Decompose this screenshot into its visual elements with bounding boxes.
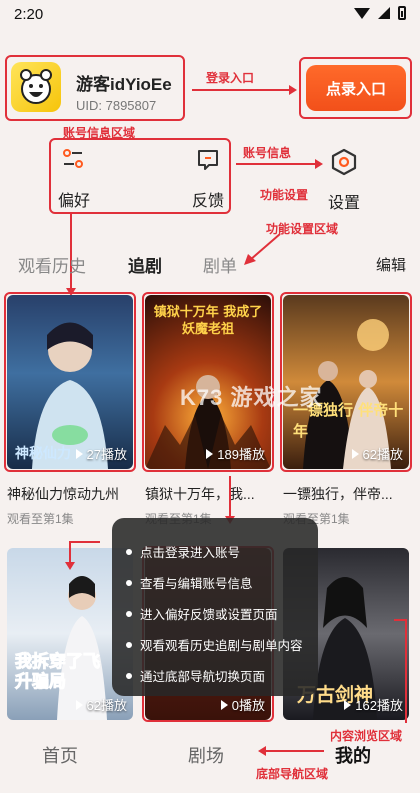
annotation-arrow [244, 233, 281, 265]
watch-progress: 观看至第1集 [7, 512, 74, 526]
play-count: 27播放 [75, 444, 127, 463]
poster-title: 神秘仙力 [15, 446, 71, 462]
tab-playlist[interactable]: 剧单 [203, 252, 237, 277]
wifi-icon [354, 7, 370, 19]
settings-label: 设置 [328, 195, 361, 212]
play-icon [206, 448, 214, 459]
tab-following[interactable]: 追剧 [128, 252, 162, 277]
bullet-icon [126, 548, 132, 555]
drama-title[interactable]: 神秘仙力惊动九州 [7, 484, 135, 504]
tab-watch-history[interactable]: 观看历史 [18, 252, 86, 277]
play-icon [351, 448, 359, 459]
uid: UID: 7895807 [76, 98, 157, 113]
status-time: 2:20 [14, 6, 44, 23]
feedback-item[interactable]: 反馈 [190, 148, 230, 210]
play-count: 189播放 [206, 444, 265, 463]
feedback-icon [198, 150, 218, 170]
preference-label: 偏好 [58, 193, 91, 210]
status-icons [354, 6, 406, 20]
guide-tip: 观看观看历史追剧与剧单内容 [126, 629, 318, 660]
feedback-label: 反馈 [192, 193, 225, 210]
bullet-icon [126, 610, 132, 617]
nav-theater[interactable]: 剧场 [188, 742, 224, 768]
gear-icon [331, 148, 357, 176]
bullet-icon [126, 641, 132, 648]
guide-overlay: 点击登录进入账号 查看与编辑账号信息 进入偏好反馈或设置页面 观看观看历史追剧与… [112, 518, 318, 696]
annotation-func-settings: 功能设置 [260, 188, 309, 202]
guide-tip: 通过底部导航切换页面 [126, 660, 318, 691]
preference-item[interactable]: 偏好 [58, 148, 98, 210]
guide-tip: 进入偏好反馈或设置页面 [126, 598, 318, 629]
login-button[interactable]: 点录入口 [306, 65, 406, 111]
poster-title: 镇狱十万年 我成了妖魔老祖 [153, 305, 263, 337]
preference-icon [63, 149, 83, 168]
play-count: 62播放 [75, 695, 127, 714]
play-icon [344, 699, 352, 710]
drama-card[interactable]: 神秘仙力 27播放 [7, 295, 133, 469]
annotation-account-info: 账号信息 [243, 146, 292, 160]
play-count: 62播放 [351, 444, 403, 463]
username[interactable]: 游客idYioEe [76, 70, 172, 95]
edit-button[interactable]: 编辑 [376, 254, 406, 275]
poster-title: 我拆穿了飞升骗局 [15, 652, 101, 693]
nav-home[interactable]: 首页 [42, 742, 78, 768]
bullet-icon [126, 672, 132, 679]
annotation-arrow [394, 619, 407, 723]
play-icon [75, 448, 83, 459]
bullet-icon [126, 579, 132, 586]
guide-tip: 点击登录进入账号 [126, 536, 318, 567]
settings-item[interactable]: 设置 [326, 148, 366, 212]
nav-mine[interactable]: 我的 [335, 742, 371, 768]
avatar-icon [20, 69, 52, 104]
avatar[interactable] [11, 62, 61, 112]
watermark: K73 游戏之家 [180, 385, 323, 410]
play-icon [75, 699, 83, 710]
drama-title[interactable]: 镇狱十万年，我... [145, 484, 273, 504]
annotation-login-entry: 登录入口 [206, 71, 255, 85]
signal-icon [378, 7, 390, 19]
annotation-arrow [65, 541, 100, 570]
guide-tip: 查看与编辑账号信息 [126, 567, 318, 598]
annotation-bottom-nav-area: 底部导航区域 [256, 767, 329, 781]
drama-title[interactable]: 一镖独行，伴帝... [283, 484, 411, 504]
battery-icon [398, 6, 406, 20]
